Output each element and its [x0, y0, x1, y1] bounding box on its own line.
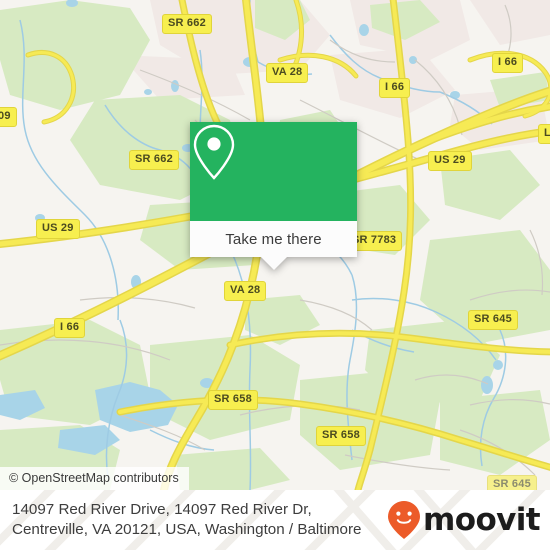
popup-tail	[260, 257, 287, 270]
map-canvas[interactable]: SR 662 VA 28 I 66 I 66 09 SR 662 US 29 L US 29 SR…	[0, 0, 550, 490]
moovit-smiley-pin-icon	[388, 501, 421, 539]
osm-attribution[interactable]: © OpenStreetMap contributors	[0, 467, 189, 490]
footer-bar: 14097 Red River Drive, 14097 Red River D…	[0, 490, 550, 550]
moovit-map-screenshot: SR 662 VA 28 I 66 I 66 09 SR 662 US 29 L US 29 SR…	[0, 0, 550, 550]
road-shield: SR 658	[316, 426, 366, 446]
moovit-logo[interactable]: moovit	[387, 500, 541, 540]
road-shield: I 66	[379, 78, 411, 98]
road-shield: I 66	[492, 53, 524, 73]
road-shield: VA 28	[266, 63, 309, 83]
road-shield: L	[538, 124, 550, 144]
road-shield: SR 645	[487, 475, 537, 490]
address-line-2: Centreville, VA 20121, USA, Washington /…	[12, 521, 362, 538]
road-shield: SR 645	[468, 310, 518, 330]
road-shield: VA 28	[224, 281, 267, 301]
popup-pin-area	[190, 122, 357, 221]
popup-action-bar[interactable]: Take me there	[190, 221, 357, 270]
address-text: 14097 Red River Drive, 14097 Red River D…	[12, 500, 361, 540]
take-me-there-label: Take me there	[225, 230, 322, 248]
take-me-there-popup[interactable]: Take me there	[190, 122, 357, 270]
moovit-wordmark: moovit	[423, 501, 541, 538]
road-shield: SR 662	[162, 14, 212, 34]
road-shield: 09	[0, 107, 17, 127]
address-line-1: 14097 Red River Drive, 14097 Red River D…	[12, 500, 312, 518]
road-shield: SR 662	[129, 150, 179, 170]
road-shield: SR 658	[208, 390, 258, 410]
road-shield: I 66	[54, 318, 86, 338]
map-pin-icon	[193, 124, 235, 180]
road-shield: US 29	[36, 219, 80, 239]
road-shield: US 29	[428, 151, 472, 171]
